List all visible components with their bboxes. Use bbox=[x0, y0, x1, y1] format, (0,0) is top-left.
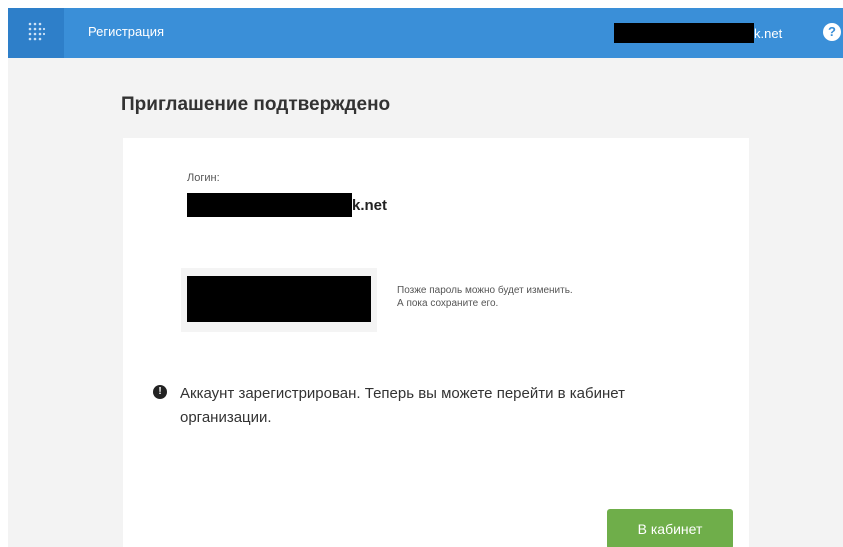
top-bar: Регистрация k.net ? bbox=[8, 8, 843, 58]
login-label: Логин: bbox=[187, 172, 220, 184]
login-value-suffix: k.net bbox=[352, 196, 388, 214]
password-hint-line1: Позже пароль можно будет изменить. bbox=[397, 285, 573, 296]
question-circle-icon[interactable]: ? bbox=[823, 23, 841, 41]
confirmation-card: Логин: k.net Позже пароль можно будет из… bbox=[123, 138, 749, 547]
page-title: Приглашение подтверждено bbox=[121, 94, 391, 115]
app-title: Регистрация bbox=[88, 24, 164, 39]
redacted-email bbox=[614, 23, 754, 43]
redacted-login bbox=[187, 193, 352, 217]
info-icon: ! bbox=[153, 385, 167, 399]
logo[interactable] bbox=[8, 8, 64, 58]
app-window: Регистрация k.net ? Приглашение подтверж… bbox=[8, 8, 843, 547]
redacted-password bbox=[187, 276, 371, 322]
user-email[interactable]: k.net bbox=[614, 23, 782, 43]
password-hint: Позже пароль можно будет изменить. А пок… bbox=[397, 284, 573, 310]
user-email-suffix: k.net bbox=[754, 25, 783, 41]
registration-notice: ! Аккаунт зарегистрирован. Теперь вы мож… bbox=[153, 382, 700, 430]
login-value: k.net bbox=[187, 193, 387, 217]
notice-text: Аккаунт зарегистрирован. Теперь вы может… bbox=[180, 385, 625, 426]
password-box bbox=[181, 268, 377, 332]
dot-grid-logo-icon bbox=[28, 22, 46, 41]
go-to-cabinet-button[interactable]: В кабинет bbox=[607, 509, 733, 547]
password-hint-line2: А пока сохраните его. bbox=[397, 298, 499, 309]
